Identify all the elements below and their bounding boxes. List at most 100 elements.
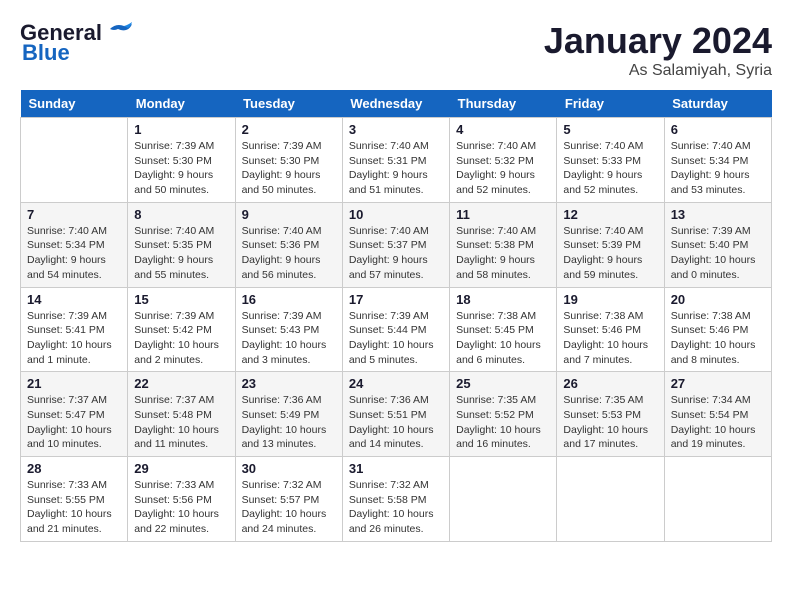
calendar-cell <box>21 118 128 203</box>
day-info: Sunrise: 7:33 AMSunset: 5:56 PMDaylight:… <box>134 478 228 537</box>
calendar-cell: 19Sunrise: 7:38 AMSunset: 5:46 PMDayligh… <box>557 287 664 372</box>
day-number: 1 <box>134 122 228 137</box>
day-number: 26 <box>563 376 657 391</box>
day-number: 24 <box>349 376 443 391</box>
weekday-header-tuesday: Tuesday <box>235 90 342 118</box>
day-info: Sunrise: 7:39 AMSunset: 5:41 PMDaylight:… <box>27 309 121 368</box>
day-number: 10 <box>349 207 443 222</box>
weekday-header-sunday: Sunday <box>21 90 128 118</box>
calendar-cell: 2Sunrise: 7:39 AMSunset: 5:30 PMDaylight… <box>235 118 342 203</box>
calendar-week-row: 1 Sunrise: 7:39 AMSunset: 5:30 PMDaylight… <box>21 118 772 203</box>
day-info: Sunrise: 7:39 AMSunset: 5:44 PMDaylight:… <box>349 309 443 368</box>
day-number: 31 <box>349 461 443 476</box>
day-number: 7 <box>27 207 121 222</box>
day-info: Sunrise: 7:32 AMSunset: 5:57 PMDaylight:… <box>242 478 336 537</box>
calendar-cell: 30 Sunrise: 7:32 AMSunset: 5:57 PMDayligh… <box>235 457 342 542</box>
day-info: Sunrise: 7:40 AMSunset: 5:35 PMDaylight:… <box>134 224 228 283</box>
calendar-week-row: 21Sunrise: 7:37 AMSunset: 5:47 PMDayligh… <box>21 372 772 457</box>
day-info: Sunrise: 7:40 AMSunset: 5:32 PMDaylight:… <box>456 139 550 198</box>
day-info: Sunrise: 7:39 AMSunset: 5:30 PMDaylight:… <box>134 139 228 198</box>
weekday-header-saturday: Saturday <box>664 90 771 118</box>
day-info: Sunrise: 7:38 AMSunset: 5:45 PMDaylight:… <box>456 309 550 368</box>
calendar-cell: 9Sunrise: 7:40 AMSunset: 5:36 PMDaylight… <box>235 202 342 287</box>
day-info: Sunrise: 7:40 AMSunset: 5:33 PMDaylight:… <box>563 139 657 198</box>
logo: General Blue <box>20 20 134 66</box>
day-number: 9 <box>242 207 336 222</box>
logo-blue-text: Blue <box>22 40 70 66</box>
day-number: 23 <box>242 376 336 391</box>
calendar-cell: 14 Sunrise: 7:39 AMSunset: 5:41 PMDayligh… <box>21 287 128 372</box>
day-info: Sunrise: 7:35 AMSunset: 5:53 PMDaylight:… <box>563 393 657 452</box>
month-title: January 2024 <box>544 20 772 62</box>
calendar-cell: 24Sunrise: 7:36 AMSunset: 5:51 PMDayligh… <box>342 372 449 457</box>
day-info: Sunrise: 7:40 AMSunset: 5:38 PMDaylight:… <box>456 224 550 283</box>
day-number: 30 <box>242 461 336 476</box>
calendar-cell: 27Sunrise: 7:34 AMSunset: 5:54 PMDayligh… <box>664 372 771 457</box>
location-subtitle: As Salamiyah, Syria <box>544 62 772 80</box>
day-info: Sunrise: 7:34 AMSunset: 5:54 PMDaylight:… <box>671 393 765 452</box>
calendar-cell <box>557 457 664 542</box>
day-number: 20 <box>671 292 765 307</box>
day-info: Sunrise: 7:37 AMSunset: 5:47 PMDaylight:… <box>27 393 121 452</box>
calendar-cell <box>664 457 771 542</box>
day-number: 16 <box>242 292 336 307</box>
calendar-cell: 29 Sunrise: 7:33 AMSunset: 5:56 PMDayligh… <box>128 457 235 542</box>
title-section: January 2024 As Salamiyah, Syria <box>544 20 772 80</box>
day-number: 13 <box>671 207 765 222</box>
day-info: Sunrise: 7:40 AMSunset: 5:37 PMDaylight:… <box>349 224 443 283</box>
calendar-week-row: 14 Sunrise: 7:39 AMSunset: 5:41 PMDayligh… <box>21 287 772 372</box>
day-number: 4 <box>456 122 550 137</box>
day-number: 6 <box>671 122 765 137</box>
day-number: 3 <box>349 122 443 137</box>
day-info: Sunrise: 7:39 AMSunset: 5:42 PMDaylight:… <box>134 309 228 368</box>
day-number: 17 <box>349 292 443 307</box>
weekday-header-wednesday: Wednesday <box>342 90 449 118</box>
calendar-cell: 3Sunrise: 7:40 AMSunset: 5:31 PMDaylight… <box>342 118 449 203</box>
day-info: Sunrise: 7:35 AMSunset: 5:52 PMDaylight:… <box>456 393 550 452</box>
day-info: Sunrise: 7:33 AMSunset: 5:55 PMDaylight:… <box>27 478 121 537</box>
calendar-cell: 31 Sunrise: 7:32 AMSunset: 5:58 PMDayligh… <box>342 457 449 542</box>
calendar-header-row: SundayMondayTuesdayWednesdayThursdayFrid… <box>21 90 772 118</box>
day-number: 22 <box>134 376 228 391</box>
day-number: 15 <box>134 292 228 307</box>
calendar-cell: 5 Sunrise: 7:40 AMSunset: 5:33 PMDaylight… <box>557 118 664 203</box>
calendar-week-row: 7 Sunrise: 7:40 AMSunset: 5:34 PMDaylight… <box>21 202 772 287</box>
day-info: Sunrise: 7:36 AMSunset: 5:49 PMDaylight:… <box>242 393 336 452</box>
calendar-cell: 18 Sunrise: 7:38 AMSunset: 5:45 PMDayligh… <box>450 287 557 372</box>
weekday-header-friday: Friday <box>557 90 664 118</box>
calendar-cell: 6Sunrise: 7:40 AMSunset: 5:34 PMDaylight… <box>664 118 771 203</box>
calendar-cell: 1 Sunrise: 7:39 AMSunset: 5:30 PMDaylight… <box>128 118 235 203</box>
calendar-cell: 28 Sunrise: 7:33 AMSunset: 5:55 PMDayligh… <box>21 457 128 542</box>
calendar-cell: 22 Sunrise: 7:37 AMSunset: 5:48 PMDayligh… <box>128 372 235 457</box>
calendar-cell: 25Sunrise: 7:35 AMSunset: 5:52 PMDayligh… <box>450 372 557 457</box>
calendar-cell: 26 Sunrise: 7:35 AMSunset: 5:53 PMDayligh… <box>557 372 664 457</box>
day-info: Sunrise: 7:39 AMSunset: 5:30 PMDaylight:… <box>242 139 336 198</box>
calendar-cell: 15 Sunrise: 7:39 AMSunset: 5:42 PMDayligh… <box>128 287 235 372</box>
day-number: 11 <box>456 207 550 222</box>
calendar-cell: 13Sunrise: 7:39 AMSunset: 5:40 PMDayligh… <box>664 202 771 287</box>
day-info: Sunrise: 7:37 AMSunset: 5:48 PMDaylight:… <box>134 393 228 452</box>
calendar-cell: 10 Sunrise: 7:40 AMSunset: 5:37 PMDayligh… <box>342 202 449 287</box>
day-number: 8 <box>134 207 228 222</box>
calendar-cell: 17 Sunrise: 7:39 AMSunset: 5:44 PMDayligh… <box>342 287 449 372</box>
day-number: 29 <box>134 461 228 476</box>
calendar-cell <box>450 457 557 542</box>
day-number: 14 <box>27 292 121 307</box>
day-info: Sunrise: 7:39 AMSunset: 5:43 PMDaylight:… <box>242 309 336 368</box>
calendar-cell: 21Sunrise: 7:37 AMSunset: 5:47 PMDayligh… <box>21 372 128 457</box>
page-header: General Blue January 2024 As Salamiyah, … <box>20 20 772 80</box>
day-number: 28 <box>27 461 121 476</box>
calendar-week-row: 28 Sunrise: 7:33 AMSunset: 5:55 PMDayligh… <box>21 457 772 542</box>
day-number: 18 <box>456 292 550 307</box>
calendar-cell: 7 Sunrise: 7:40 AMSunset: 5:34 PMDaylight… <box>21 202 128 287</box>
calendar-cell: 16 Sunrise: 7:39 AMSunset: 5:43 PMDayligh… <box>235 287 342 372</box>
calendar-cell: 20Sunrise: 7:38 AMSunset: 5:46 PMDayligh… <box>664 287 771 372</box>
day-info: Sunrise: 7:38 AMSunset: 5:46 PMDaylight:… <box>563 309 657 368</box>
logo-bird-icon <box>106 21 134 43</box>
day-info: Sunrise: 7:32 AMSunset: 5:58 PMDaylight:… <box>349 478 443 537</box>
calendar-cell: 23 Sunrise: 7:36 AMSunset: 5:49 PMDayligh… <box>235 372 342 457</box>
day-number: 5 <box>563 122 657 137</box>
weekday-header-thursday: Thursday <box>450 90 557 118</box>
calendar-cell: 12Sunrise: 7:40 AMSunset: 5:39 PMDayligh… <box>557 202 664 287</box>
day-info: Sunrise: 7:40 AMSunset: 5:34 PMDaylight:… <box>27 224 121 283</box>
